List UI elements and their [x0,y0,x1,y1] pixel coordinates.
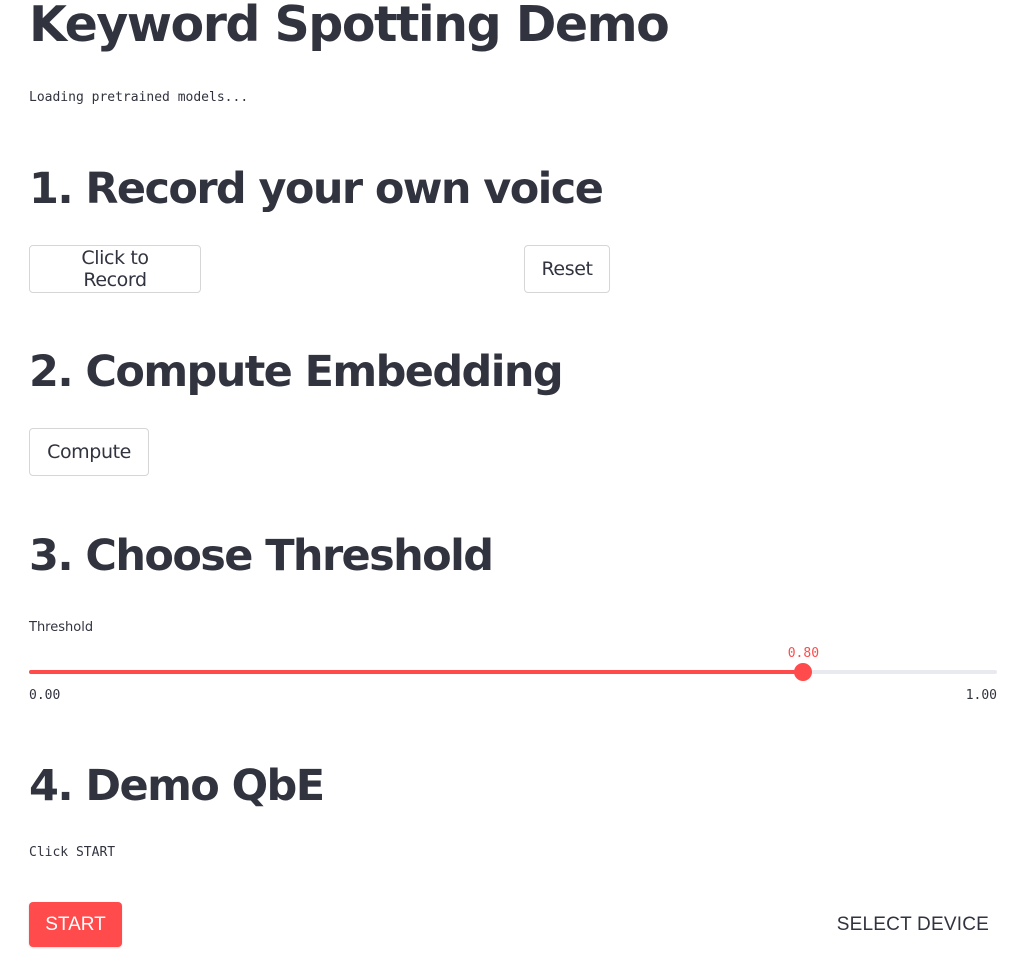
threshold-slider-min: 0.00 [29,688,61,703]
compute-button[interactable]: Compute [29,428,149,476]
threshold-slider-max: 1.00 [965,688,997,703]
section-heading-compute: 2. Compute Embedding [29,347,564,397]
select-device-button[interactable]: SELECT DEVICE [837,902,989,947]
threshold-slider-thumb[interactable] [794,663,813,681]
threshold-slider-value: 0.80 [787,646,820,661]
page-title: Keyword Spotting Demo [29,0,670,53]
section-heading-demo: 4. Demo QbE [29,761,325,811]
record-button[interactable]: Click to Record [29,245,201,293]
loading-status-text: Loading pretrained models... [29,90,249,105]
section-heading-threshold: 3. Choose Threshold [29,531,494,581]
start-button[interactable]: START [29,902,122,947]
threshold-slider[interactable] [29,663,997,681]
reset-button[interactable]: Reset [524,245,610,293]
section-heading-record: 1. Record your own voice [29,164,604,214]
threshold-slider-label: Threshold [29,620,94,635]
threshold-slider-fill [29,670,804,674]
demo-instruction-text: Click START [29,845,116,860]
